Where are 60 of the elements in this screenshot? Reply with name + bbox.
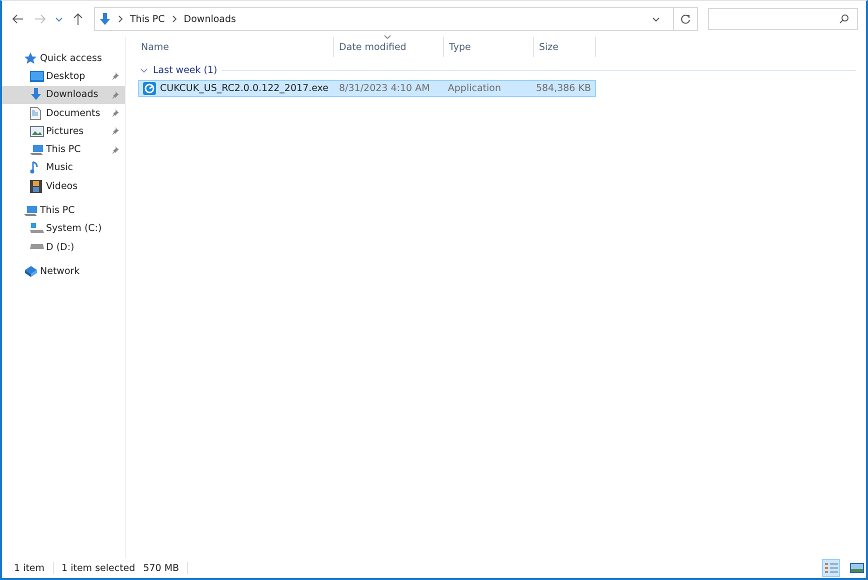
- pin-icon[interactable]: [111, 72, 119, 80]
- sidebar-item[interactable]: Music: [2, 158, 125, 178]
- file-row[interactable]: CUKCUK_US_RC2.0.0.122_2017.exe 8/31/2023 4:10 AM Application 584,386 KB: [138, 80, 596, 97]
- sidebar-item[interactable]: Quick access: [2, 49, 125, 68]
- sidebar-item[interactable]: Network: [2, 262, 125, 281]
- chevron-down-icon: [55, 16, 63, 22]
- pin-icon[interactable]: [111, 109, 119, 118]
- back-arrow-icon: [12, 14, 24, 24]
- sidebar-item[interactable]: Videos: [2, 177, 125, 196]
- address-bar[interactable]: This PC Downloads: [94, 7, 698, 31]
- application-icon: [143, 82, 156, 95]
- desktop-icon: [30, 70, 44, 82]
- computer-icon: [30, 144, 44, 156]
- details-list-icon: [824, 562, 838, 574]
- refresh-icon: [680, 14, 691, 24]
- network-icon: [24, 265, 38, 278]
- search-icon: [839, 14, 849, 24]
- date-cell-text: 8/31/2023 4:10 AM: [338, 83, 431, 94]
- sidebar-item[interactable]: This PC: [2, 201, 125, 220]
- search-field[interactable]: [708, 8, 858, 30]
- column-header[interactable]: Size: [534, 37, 596, 57]
- pictures-icon: [30, 126, 44, 137]
- sidebar-item[interactable]: Documents: [2, 104, 125, 122]
- sidebar-item[interactable]: System (C:): [2, 220, 125, 238]
- sidebar-item[interactable]: Pictures: [2, 122, 125, 140]
- pin-icon[interactable]: [111, 127, 119, 136]
- file-name: CUKCUK_US_RC2.0.0.122_2017.exe: [160, 83, 328, 94]
- drive-icon: [30, 244, 44, 250]
- system-drive-icon: [30, 223, 44, 234]
- sidebar-item[interactable]: D (D:): [2, 238, 125, 256]
- forward-arrow-icon: [34, 14, 46, 24]
- column-header[interactable]: Name: [136, 37, 334, 57]
- sidebar-item[interactable]: This PC: [2, 140, 125, 159]
- column-header[interactable]: Type: [444, 37, 534, 57]
- size-cell-text: 584,386 KB: [534, 83, 592, 94]
- film-icon: [30, 180, 42, 193]
- music-note-icon: [30, 161, 39, 174]
- type-cell-text: Application: [446, 83, 502, 94]
- column-header[interactable]: Date modified: [334, 37, 444, 57]
- chevron-icon: [118, 15, 123, 23]
- sidebar-item[interactable]: Downloads: [2, 86, 125, 104]
- chevron-icon: [172, 15, 177, 23]
- pin-icon[interactable]: [111, 90, 119, 99]
- up-arrow-icon: [73, 13, 83, 25]
- item-count: 1 item: [14, 562, 45, 574]
- details-view-button[interactable]: [822, 559, 840, 577]
- breadcrumb[interactable]: Downloads: [184, 14, 236, 24]
- computer-icon: [24, 204, 38, 217]
- download-icon: [99, 12, 111, 26]
- large-icons-icon: [850, 563, 864, 573]
- sidebar-item[interactable]: Desktop: [2, 67, 125, 86]
- group-heading[interactable]: Last week (1): [153, 64, 218, 76]
- download-icon: [30, 88, 42, 102]
- chevron-down-icon: [652, 16, 660, 22]
- star-icon: [24, 52, 37, 65]
- selection-count: 1 item selected: [62, 562, 136, 574]
- document-icon: [30, 106, 41, 120]
- selection-size: 570 MB: [143, 562, 180, 574]
- pin-icon[interactable]: [111, 146, 119, 154]
- breadcrumb[interactable]: This PC: [130, 14, 165, 24]
